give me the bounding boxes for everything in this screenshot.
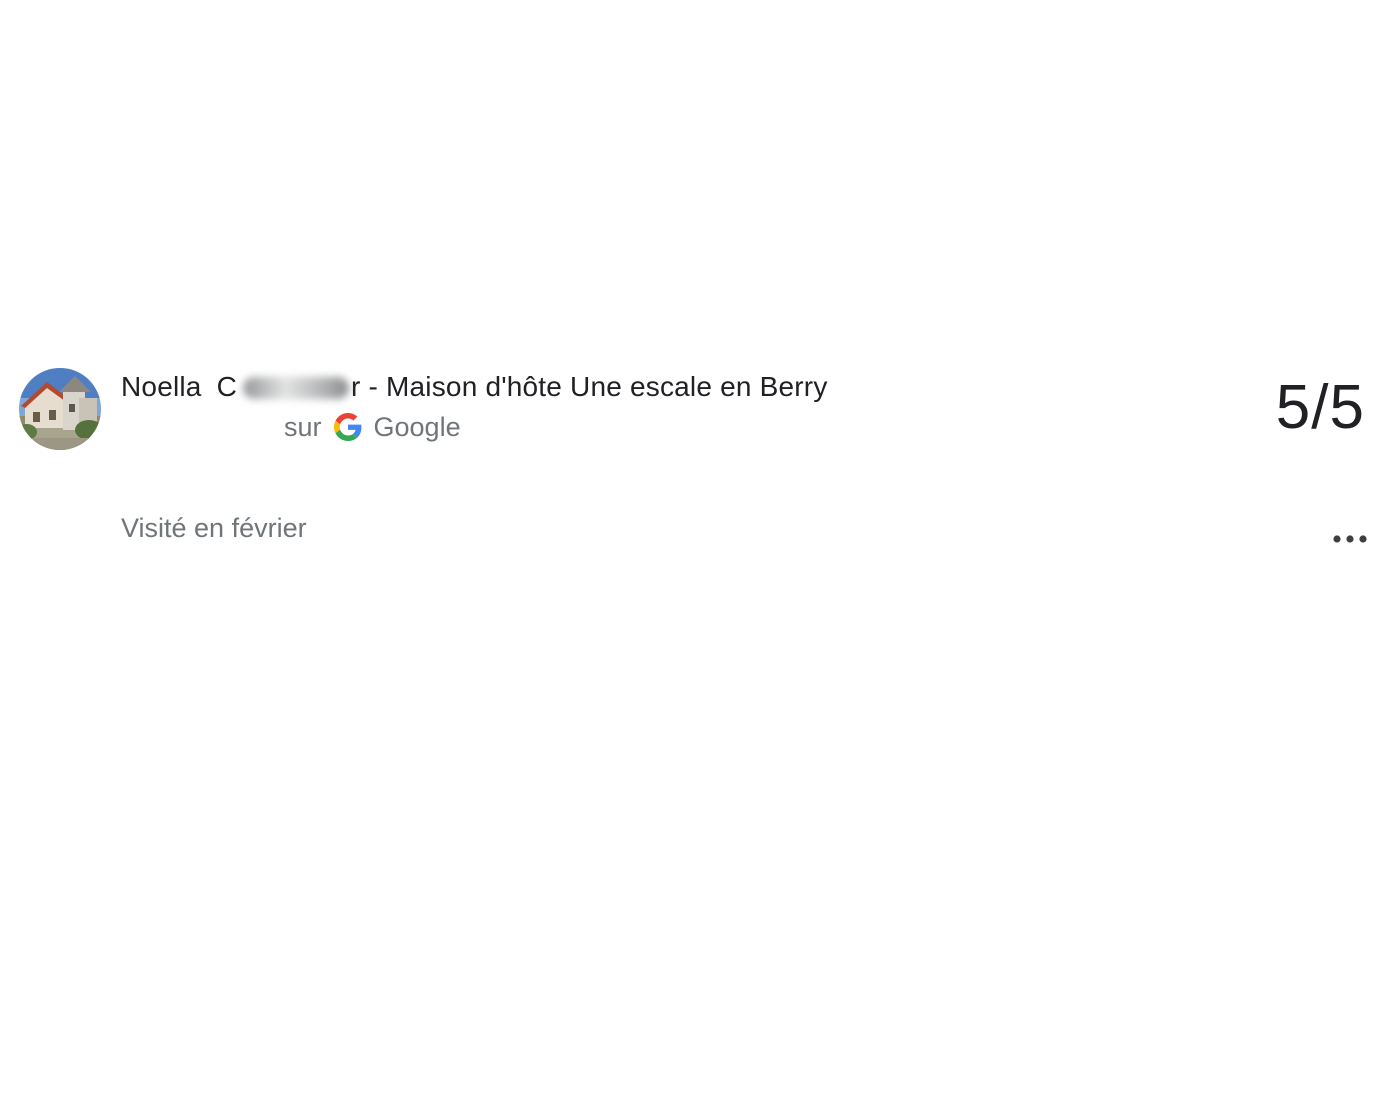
review-card: Noella Cr - Maison d'hôte Une escale en … xyxy=(0,0,1400,1100)
more-horiz-icon xyxy=(1332,534,1368,544)
redacted-surname xyxy=(243,377,349,399)
author-avatar[interactable] xyxy=(19,368,101,450)
source-name: Google xyxy=(373,412,461,442)
author-first-name: Noella xyxy=(121,371,202,402)
google-g-icon xyxy=(333,413,362,441)
more-options-button[interactable] xyxy=(1328,526,1372,552)
rating-score: 5/5 xyxy=(1275,373,1365,442)
visit-date: Visité en février xyxy=(121,513,307,543)
source-prefix: sur xyxy=(284,412,322,442)
author-title[interactable]: Noella Cr - Maison d'hôte Une escale en … xyxy=(121,370,828,404)
author-name-visible-initial: C xyxy=(216,371,237,402)
author-title-tail: r - Maison d'hôte Une escale en Berry xyxy=(351,371,828,402)
review-source: sur Google xyxy=(284,410,461,444)
